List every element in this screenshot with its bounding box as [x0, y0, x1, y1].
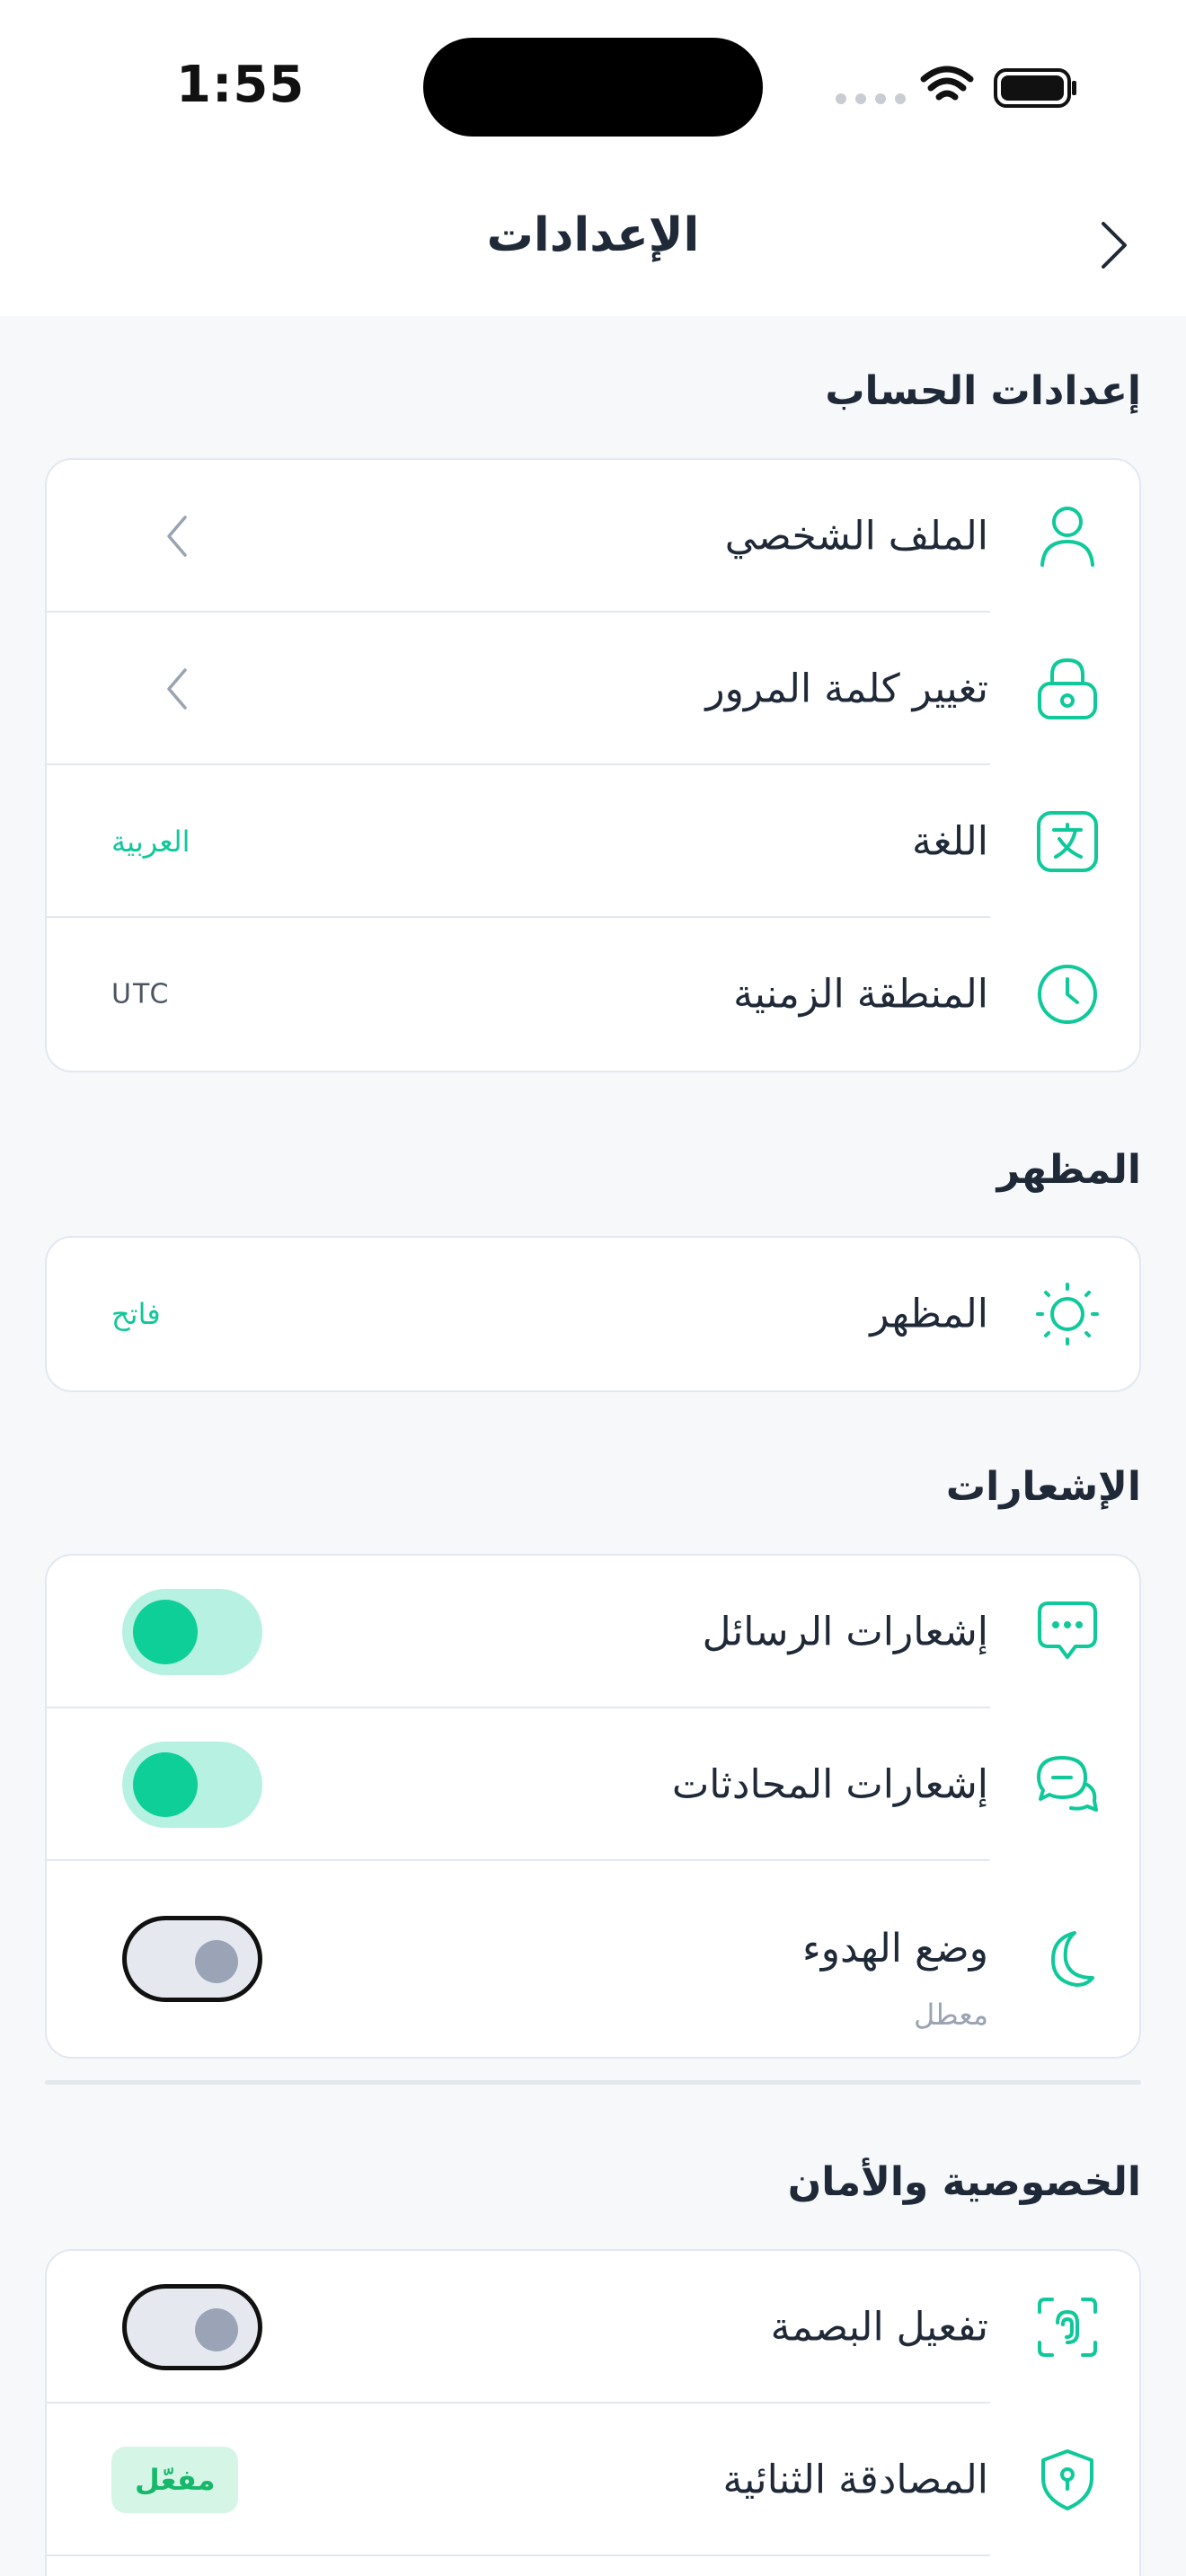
row-change-password[interactable]: تغيير كلمة المرور — [47, 613, 1139, 765]
status-time: 1:55 — [176, 56, 305, 114]
row-quiet-mode: وضع الهدوء معطل — [47, 1861, 1139, 2057]
sun-icon — [1035, 1282, 1100, 1346]
shield-icon — [1035, 2448, 1100, 2512]
row-label: المظهر — [870, 1291, 988, 1337]
battery-icon — [994, 68, 1076, 108]
row-label: وضع الهدوء — [802, 1926, 988, 1972]
fingerprint-toggle[interactable] — [122, 2284, 262, 2370]
row-label: اللغة — [911, 818, 988, 865]
row-label: المنطقة الزمنية — [733, 971, 988, 1018]
moon-icon — [1035, 1927, 1100, 1991]
section-title-appearance: المظهر — [996, 1147, 1141, 1193]
row-label: المصادقة الثنائية — [722, 2457, 988, 2503]
chat-icon — [1035, 1752, 1100, 1817]
row-label: تفعيل البصمة — [770, 2304, 988, 2351]
row-language[interactable]: اللغة العربية — [47, 765, 1139, 918]
fingerprint-icon — [1035, 2295, 1100, 2360]
toggle-knob — [195, 2308, 238, 2351]
row-fingerprint: تفعيل البصمة — [47, 2251, 1139, 2404]
row-label: الملف الشخصي — [724, 513, 988, 560]
row-label: إشعارات المحادثات — [671, 1761, 988, 1808]
settings-screen: 1:55 الإعدادات إعدادات الحساب الملف الشخ… — [0, 0, 1186, 2576]
row-label: تغيير كلمة المرور — [705, 666, 988, 712]
row-profile[interactable]: الملف الشخصي — [47, 460, 1139, 613]
signal-icon — [836, 93, 906, 104]
message-notifications-toggle[interactable] — [122, 1589, 262, 1675]
section-title-privacy: الخصوصية والأمان — [787, 2159, 1141, 2205]
page-title: الإعدادات — [486, 208, 700, 262]
top-bar: 1:55 الإعدادات — [0, 0, 1186, 316]
two-factor-status-badge: مفعّل — [111, 2447, 239, 2513]
section-title-account: إعدادات الحساب — [825, 368, 1141, 414]
user-icon — [1035, 504, 1100, 569]
row-theme[interactable]: المظهر فاتح — [47, 1238, 1139, 1390]
lock-icon — [1035, 657, 1100, 721]
chat-notifications-toggle[interactable] — [122, 1742, 262, 1828]
chevron-back-icon — [1102, 222, 1127, 269]
chevron-left-icon — [167, 516, 187, 557]
translate-icon — [1035, 809, 1100, 874]
toggle-knob — [133, 1752, 198, 1817]
chevron-left-icon — [167, 668, 187, 710]
message-icon — [1035, 1600, 1100, 1664]
row-label: إشعارات الرسائل — [702, 1609, 988, 1655]
toggle-knob — [195, 1940, 238, 1983]
row-sublabel: معطل — [913, 1998, 988, 2032]
back-button[interactable] — [1087, 214, 1141, 277]
timezone-value: UTC — [111, 978, 171, 1010]
dynamic-island — [423, 38, 763, 137]
notifications-card: إشعارات الرسائل إشعارات المحادثات وضع ال… — [45, 1554, 1141, 2059]
account-card: الملف الشخصي تغيير كلمة المرور اللغة الع… — [45, 458, 1141, 1072]
section-separator — [45, 2080, 1141, 2085]
privacy-card: تفعيل البصمة المصادقة الثنائية مفعّل — [45, 2249, 1141, 2576]
row-timezone[interactable]: المنطقة الزمنية UTC — [47, 918, 1139, 1071]
status-icons — [836, 66, 1076, 108]
clock-icon — [1035, 962, 1100, 1027]
section-title-notifications: الإشعارات — [945, 1464, 1141, 1510]
appearance-card: المظهر فاتح — [45, 1236, 1141, 1392]
row-two-factor[interactable]: المصادقة الثنائية مفعّل — [47, 2404, 1139, 2556]
quiet-mode-toggle[interactable] — [122, 1916, 262, 2002]
language-value: العربية — [111, 825, 190, 859]
row-message-notifications: إشعارات الرسائل — [47, 1556, 1139, 1708]
row-chat-notifications: إشعارات المحادثات — [47, 1708, 1139, 1861]
wifi-icon — [920, 66, 974, 101]
divider — [47, 2554, 990, 2556]
theme-value: فاتح — [111, 1297, 161, 1331]
toggle-knob — [133, 1600, 198, 1664]
